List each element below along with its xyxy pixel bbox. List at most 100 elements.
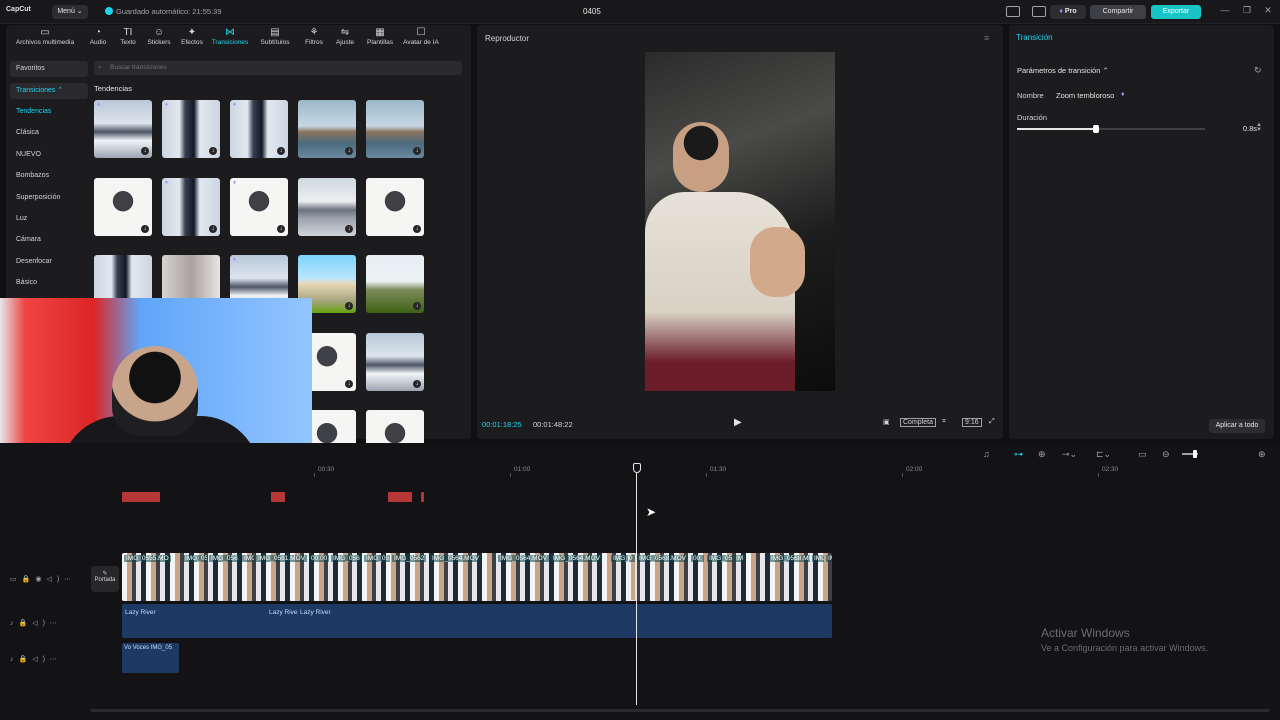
download-icon[interactable]: ↓ (345, 147, 353, 155)
download-icon[interactable]: ↓ (345, 224, 353, 233)
maximize-icon[interactable]: ❐ (1240, 5, 1254, 16)
microphone-icon[interactable]: ♫ (983, 449, 990, 459)
timeline-scrollbar[interactable] (90, 709, 1270, 712)
download-icon[interactable]: ↓ (413, 147, 421, 155)
transition-thumbnail[interactable]: ♦↓Máqui...iempo (230, 177, 288, 236)
transition-thumbnail[interactable]: ♦↓Desliz...uierda (162, 100, 220, 158)
gem-icon: ♦ (233, 179, 237, 186)
play-icon[interactable]: ▶ (734, 417, 742, 428)
toolbar-filtros[interactable]: ⚘ Filtros (302, 27, 326, 46)
reset-icon[interactable]: ↻ (1254, 65, 1262, 76)
download-icon[interactable]: ↓ (413, 379, 421, 388)
video-track-controls[interactable]: ▭🔒◉◁)⋯ (10, 575, 76, 583)
pro-button[interactable]: ♦ Pro (1050, 5, 1086, 19)
download-icon[interactable]: ↓ (277, 224, 285, 233)
zoom-out-icon[interactable]: ⊖ (1162, 449, 1170, 460)
magnet-icon[interactable]: ⊶ (1014, 449, 1023, 460)
shortcut-icon[interactable] (1032, 6, 1046, 17)
sidebar-item[interactable]: NUEVO (10, 147, 88, 163)
transition-thumbnail[interactable]: ↓Rompec... láser (366, 177, 424, 236)
transition-thumbnail[interactable]: ↓Movimi... abajo (298, 177, 356, 236)
aspect-ratio-button[interactable]: 9:16 (962, 418, 982, 427)
voice-track-controls[interactable]: ♪🔒◁)⋯ (10, 655, 62, 663)
download-icon[interactable]: ↓ (345, 302, 353, 310)
preview-axis-icon[interactable]: ⊸⌄ (1062, 449, 1077, 460)
audio-track[interactable] (122, 604, 832, 638)
transition-thumbnail[interactable]: ↓Combinar (298, 100, 356, 158)
toolbar-subt-tulos[interactable]: ▤ Subtítulos (256, 27, 294, 46)
transition-thumbnail[interactable]: ↓Volteo ... cursor (366, 332, 424, 391)
toolbar-avatar-de-ia[interactable]: ☐ Avatar de IA (398, 27, 444, 46)
transition-thumbnail[interactable]: ♦↓Alejar (162, 177, 220, 236)
voice-clip-label: Vo Voces IMG_05 (124, 645, 172, 651)
transition-thumbnail[interactable]: ↓Flash ...scente (94, 177, 152, 236)
download-icon[interactable]: ↓ (209, 147, 217, 155)
sidebar-item[interactable]: Clásica (10, 125, 88, 141)
zoom-slider-handle[interactable] (1193, 450, 1197, 458)
transition-thumbnail[interactable]: ↓Zoom d...izante (366, 255, 424, 313)
toolbar-ajuste[interactable]: ⇋ Ajuste (333, 27, 357, 46)
search-input[interactable]: Buscar transiciones (94, 61, 462, 75)
cover-button[interactable]: ✎ Portada (91, 566, 119, 592)
name-value: Zoom tembloroso (1056, 91, 1115, 100)
compare-icon[interactable]: ▣ (883, 418, 890, 426)
sidebar-item[interactable]: Desenfocar (10, 254, 88, 270)
menu-icon[interactable]: ≡ (984, 33, 989, 43)
ruler-tick (510, 473, 511, 477)
playhead-handle[interactable] (633, 463, 641, 473)
sidebar-item[interactable]: Luz (10, 211, 88, 227)
complete-button[interactable]: Completa (900, 418, 936, 427)
zoom-fit-icon[interactable]: ⊕ (1258, 449, 1266, 460)
toolbar-transiciones[interactable]: ⋈ Transiciones (209, 27, 251, 46)
ruler-tick (314, 473, 315, 477)
duration-slider-handle[interactable] (1092, 125, 1099, 133)
sidebar-item[interactable]: Básico (10, 275, 88, 291)
voice-short-label: Vo (124, 645, 132, 651)
toolbar-texto[interactable]: TI Texto (116, 27, 140, 46)
sidebar-item[interactable]: Cámara (10, 232, 88, 248)
transition-thumbnail[interactable]: ↓Giro m...ntalla (366, 100, 424, 158)
download-icon[interactable]: ↓ (277, 147, 285, 155)
screenshot-icon[interactable]: ⌗ (942, 418, 946, 426)
minimize-icon[interactable]: — (1218, 5, 1232, 15)
duration-value[interactable]: 0.8s (1219, 124, 1257, 136)
toolbar-plantillas[interactable]: ▦ Plantillas (366, 27, 394, 46)
download-icon[interactable]: ↓ (413, 302, 421, 310)
gem-icon: ♦ (233, 102, 237, 108)
sidebar-item[interactable]: Superposición (10, 190, 88, 206)
download-icon[interactable]: ↓ (141, 147, 149, 155)
caption-icon[interactable]: ▭ (1138, 449, 1147, 460)
toolbar-stickers[interactable]: ☺ Stickers (143, 27, 175, 46)
download-icon[interactable]: ↓ (209, 224, 217, 233)
link-icon[interactable]: ⊕ (1038, 449, 1046, 460)
toolbar-archivos-multimedia[interactable]: ▭ Archivos multimedia (10, 27, 80, 46)
sidebar-item-transiciones[interactable]: Transiciones ⌃ (10, 83, 88, 99)
layout-icon[interactable] (1006, 6, 1020, 17)
duration-stepper-icon[interactable]: ▲ ▼ (1256, 122, 1262, 133)
playhead[interactable] (636, 465, 637, 705)
transition-thumbnail[interactable]: ♦↓Giro d...mentos (230, 100, 288, 158)
transition-thumbnail[interactable]: ♦↓Balón ...brante (94, 100, 152, 158)
sidebar-item[interactable]: Tendencias (10, 104, 88, 120)
fullscreen-icon[interactable]: ⤢ (989, 418, 995, 426)
toolbar-label: Audio (89, 39, 107, 46)
download-icon[interactable]: ↓ (413, 224, 421, 233)
apply-all-button[interactable]: Aplicar a todo (1209, 419, 1265, 433)
audio-track-controls[interactable]: ♪🔒◁)⋯ (10, 619, 62, 627)
video-preview[interactable] (645, 52, 835, 391)
toolbar-audio[interactable]: ◔ Audio (86, 27, 110, 46)
sidebar-item-favoritos[interactable]: Favoritos (10, 61, 88, 77)
export-button[interactable]: Exportar (1151, 5, 1201, 19)
transition-marker[interactable] (628, 553, 636, 601)
toolbar-efectos[interactable]: ✦ Efectos (178, 27, 206, 46)
title-bar: CapCut Menú ⌄ Guardado automático: 21:55… (0, 0, 1280, 24)
tab-transition[interactable]: Transición (1016, 33, 1053, 42)
sidebar-item[interactable]: Bombazos (10, 168, 88, 184)
download-icon[interactable]: ↓ (141, 224, 149, 233)
menu-button[interactable]: Menú ⌄ (52, 5, 88, 19)
share-button[interactable]: Compartir (1090, 5, 1146, 19)
split-icon[interactable]: ⊏⌄ (1096, 449, 1111, 460)
download-icon[interactable]: ↓ (345, 379, 353, 388)
close-icon[interactable]: ✕ (1261, 5, 1275, 16)
transition-params-header[interactable]: Parámetros de transición ⌃ (1017, 66, 1109, 75)
